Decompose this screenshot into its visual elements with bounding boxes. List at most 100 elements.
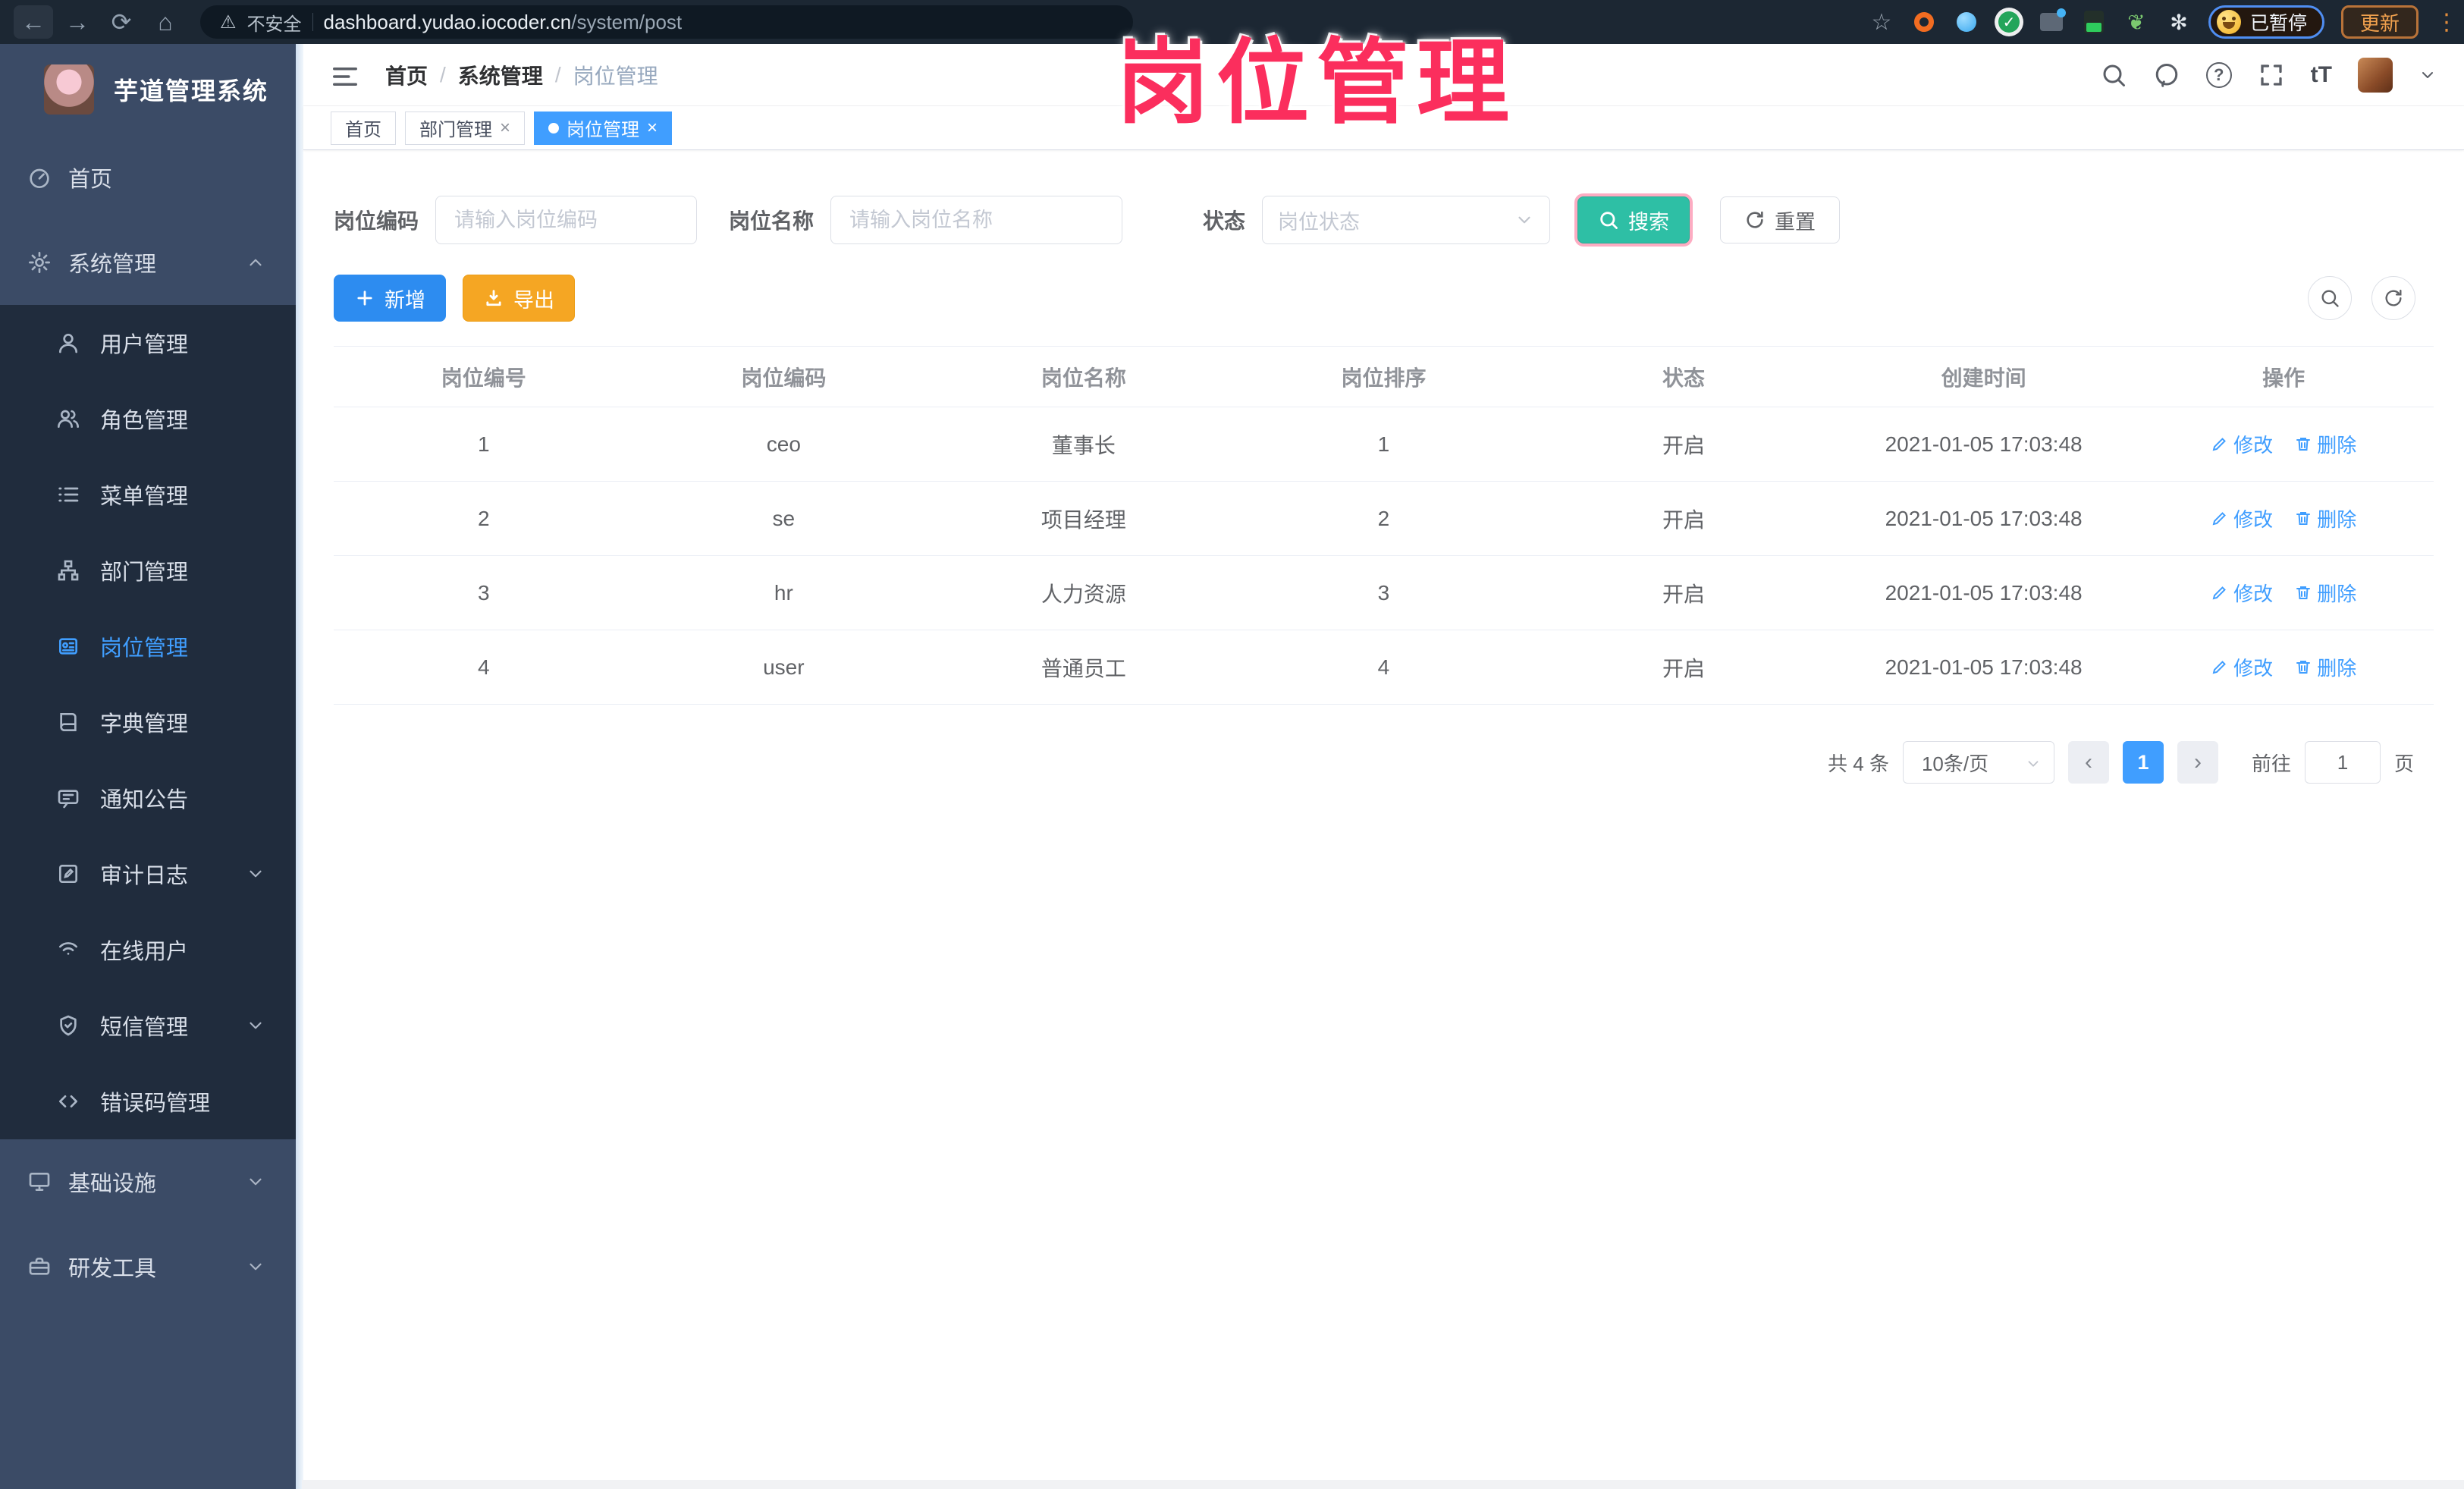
tab-label: 岗位管理 [567, 120, 640, 140]
total-count: 共 4 条 [1828, 752, 1889, 775]
edit-link[interactable]: 修改 [2211, 653, 2273, 681]
paw-extension-icon[interactable]: ✻ [2166, 9, 2192, 35]
post-code-input[interactable] [435, 196, 698, 244]
sidebar-item-dictionary[interactable]: 字典管理 [0, 684, 296, 760]
app-logo[interactable]: 芋道管理系统 [0, 44, 296, 135]
cell-create-time: 2021-01-05 17:03:48 [1833, 407, 2134, 482]
cell-status: 开启 [1533, 630, 1834, 705]
chevron-down-icon[interactable] [2418, 66, 2437, 84]
home-icon[interactable]: ⌂ [146, 5, 185, 39]
cell-post-sort: 1 [1233, 407, 1534, 482]
refresh-icon [1744, 209, 1766, 231]
sidebar-item-home[interactable]: 首页 [0, 135, 296, 220]
sidebar-item-online-users[interactable]: 在线用户 [0, 912, 296, 988]
sidebar-item-audit-log[interactable]: 审计日志 [0, 836, 296, 912]
delete-link[interactable]: 删除 [2294, 430, 2356, 458]
user-avatar[interactable] [2358, 57, 2393, 93]
search-icon[interactable] [2100, 61, 2127, 89]
hamburger-icon[interactable] [331, 62, 359, 88]
sidebar-scrollbar[interactable] [296, 44, 303, 1489]
signal-icon [56, 938, 80, 962]
status-select[interactable]: 岗位状态 [1262, 196, 1551, 244]
tab-home[interactable]: 首页 [331, 111, 396, 145]
sprout-extension-icon[interactable]: ❦ [2123, 9, 2149, 35]
edit-link[interactable]: 修改 [2211, 579, 2273, 607]
back-icon[interactable]: ← [14, 5, 53, 39]
pagination: 共 4 条 10条/页 ‹ 1 › 前往 页 [334, 741, 2434, 784]
edit-link[interactable]: 修改 [2211, 504, 2273, 532]
browser-menu-icon[interactable]: ⋮ [2435, 9, 2458, 36]
sidebar-item-sms[interactable]: 短信管理 [0, 988, 296, 1063]
horizontal-scrollbar[interactable] [302, 1480, 2464, 1489]
browser-update-button[interactable]: 更新 [2340, 5, 2418, 39]
cell-post-name: 人力资源 [934, 555, 1234, 630]
cell-create-time: 2021-01-05 17:03:48 [1833, 555, 2134, 630]
page-size-select[interactable]: 10条/页 [1902, 741, 2054, 784]
delete-link[interactable]: 删除 [2294, 579, 2356, 607]
goto-page-input[interactable] [2304, 741, 2381, 784]
cell-post-sort: 2 [1233, 481, 1534, 556]
bookmark-star-icon[interactable]: ☆ [1869, 9, 1894, 35]
sidebar-item-menus[interactable]: 菜单管理 [0, 457, 296, 532]
blue-pin-extension-icon[interactable] [1954, 9, 1979, 35]
tab-posts[interactable]: 岗位管理 × [534, 111, 673, 145]
add-button[interactable]: 新增 [334, 275, 446, 322]
content: 首页 / 系统管理 / 岗位管理 tT 首页 [302, 44, 2464, 1489]
sidebar-item-dev-tools[interactable]: 研发工具 [0, 1224, 296, 1309]
post-name-input[interactable] [830, 196, 1123, 244]
sidebar-item-infrastructure[interactable]: 基础设施 [0, 1139, 296, 1224]
megaphone-icon [56, 786, 80, 810]
security-label[interactable]: 不安全 [247, 9, 302, 36]
green-check-extension-icon[interactable]: ✓ [1996, 9, 2022, 35]
delete-link[interactable]: 删除 [2294, 653, 2356, 681]
search-button[interactable]: 搜索 [1577, 196, 1690, 243]
monitor-icon [27, 1170, 52, 1194]
refresh-button[interactable] [2371, 276, 2415, 320]
reset-button[interactable]: 重置 [1720, 196, 1841, 243]
github-icon[interactable] [2153, 61, 2180, 89]
orange-ring-extension-icon[interactable] [1911, 9, 1937, 35]
sidebar-item-departments[interactable]: 部门管理 [0, 532, 296, 608]
col-post-code: 岗位编码 [633, 346, 934, 407]
cell-actions: 修改 删除 [2133, 407, 2434, 482]
breadcrumb-home[interactable]: 首页 [385, 60, 428, 90]
cell-status: 开启 [1533, 481, 1834, 556]
logo-avatar [44, 64, 94, 115]
sidebar-item-label: 首页 [68, 168, 113, 192]
add-button-label: 新增 [385, 288, 425, 312]
sidebar: 芋道管理系统 首页 系统管理 用户管理 角色管理 菜单管理 部门管理 岗位管理 … [0, 44, 296, 1489]
page-1-button[interactable]: 1 [2122, 741, 2164, 784]
help-icon[interactable] [2205, 61, 2232, 88]
sidebar-item-users[interactable]: 用户管理 [0, 305, 296, 381]
font-size-icon[interactable]: tT [2311, 62, 2332, 88]
sidebar-item-posts[interactable]: 岗位管理 [0, 608, 296, 684]
export-button[interactable]: 导出 [463, 275, 575, 322]
cell-create-time: 2021-01-05 17:03:48 [1833, 481, 2134, 556]
toolbox-icon [27, 1255, 52, 1279]
close-icon[interactable]: × [647, 118, 658, 139]
search-toggle-button[interactable] [2308, 276, 2352, 320]
reload-icon[interactable]: ⟳ [102, 5, 141, 39]
fullscreen-icon[interactable] [2258, 61, 2285, 89]
sidebar-item-roles[interactable]: 角色管理 [0, 381, 296, 457]
gray-grid-extension-icon[interactable] [2039, 8, 2066, 35]
sidebar-item-label: 用户管理 [100, 333, 189, 357]
cell-post-code: hr [633, 555, 934, 630]
chevron-down-icon [1514, 210, 1534, 230]
sidebar-item-system[interactable]: 系统管理 [0, 220, 296, 305]
profile-paused-badge[interactable]: 已暂停 [2208, 5, 2324, 39]
edit-link[interactable]: 修改 [2211, 430, 2273, 458]
tab-departments[interactable]: 部门管理 × [405, 111, 526, 145]
delete-link[interactable]: 删除 [2294, 504, 2356, 532]
cell-status: 开启 [1533, 407, 1834, 482]
breadcrumb-system[interactable]: 系统管理 [458, 60, 543, 90]
forward-icon[interactable]: → [58, 5, 97, 39]
green-card-extension-icon[interactable] [2081, 9, 2107, 35]
prev-page-button[interactable]: ‹ [2067, 741, 2109, 784]
sidebar-item-label: 岗位管理 [100, 636, 189, 661]
sidebar-item-notices[interactable]: 通知公告 [0, 760, 296, 836]
sidebar-item-error-codes[interactable]: 错误码管理 [0, 1063, 296, 1139]
close-icon[interactable]: × [500, 118, 510, 139]
next-page-button[interactable]: › [2177, 741, 2218, 784]
address-bar[interactable]: ⚠ 不安全 dashboard.yudao.iocoder.cn/system/… [200, 5, 1133, 39]
